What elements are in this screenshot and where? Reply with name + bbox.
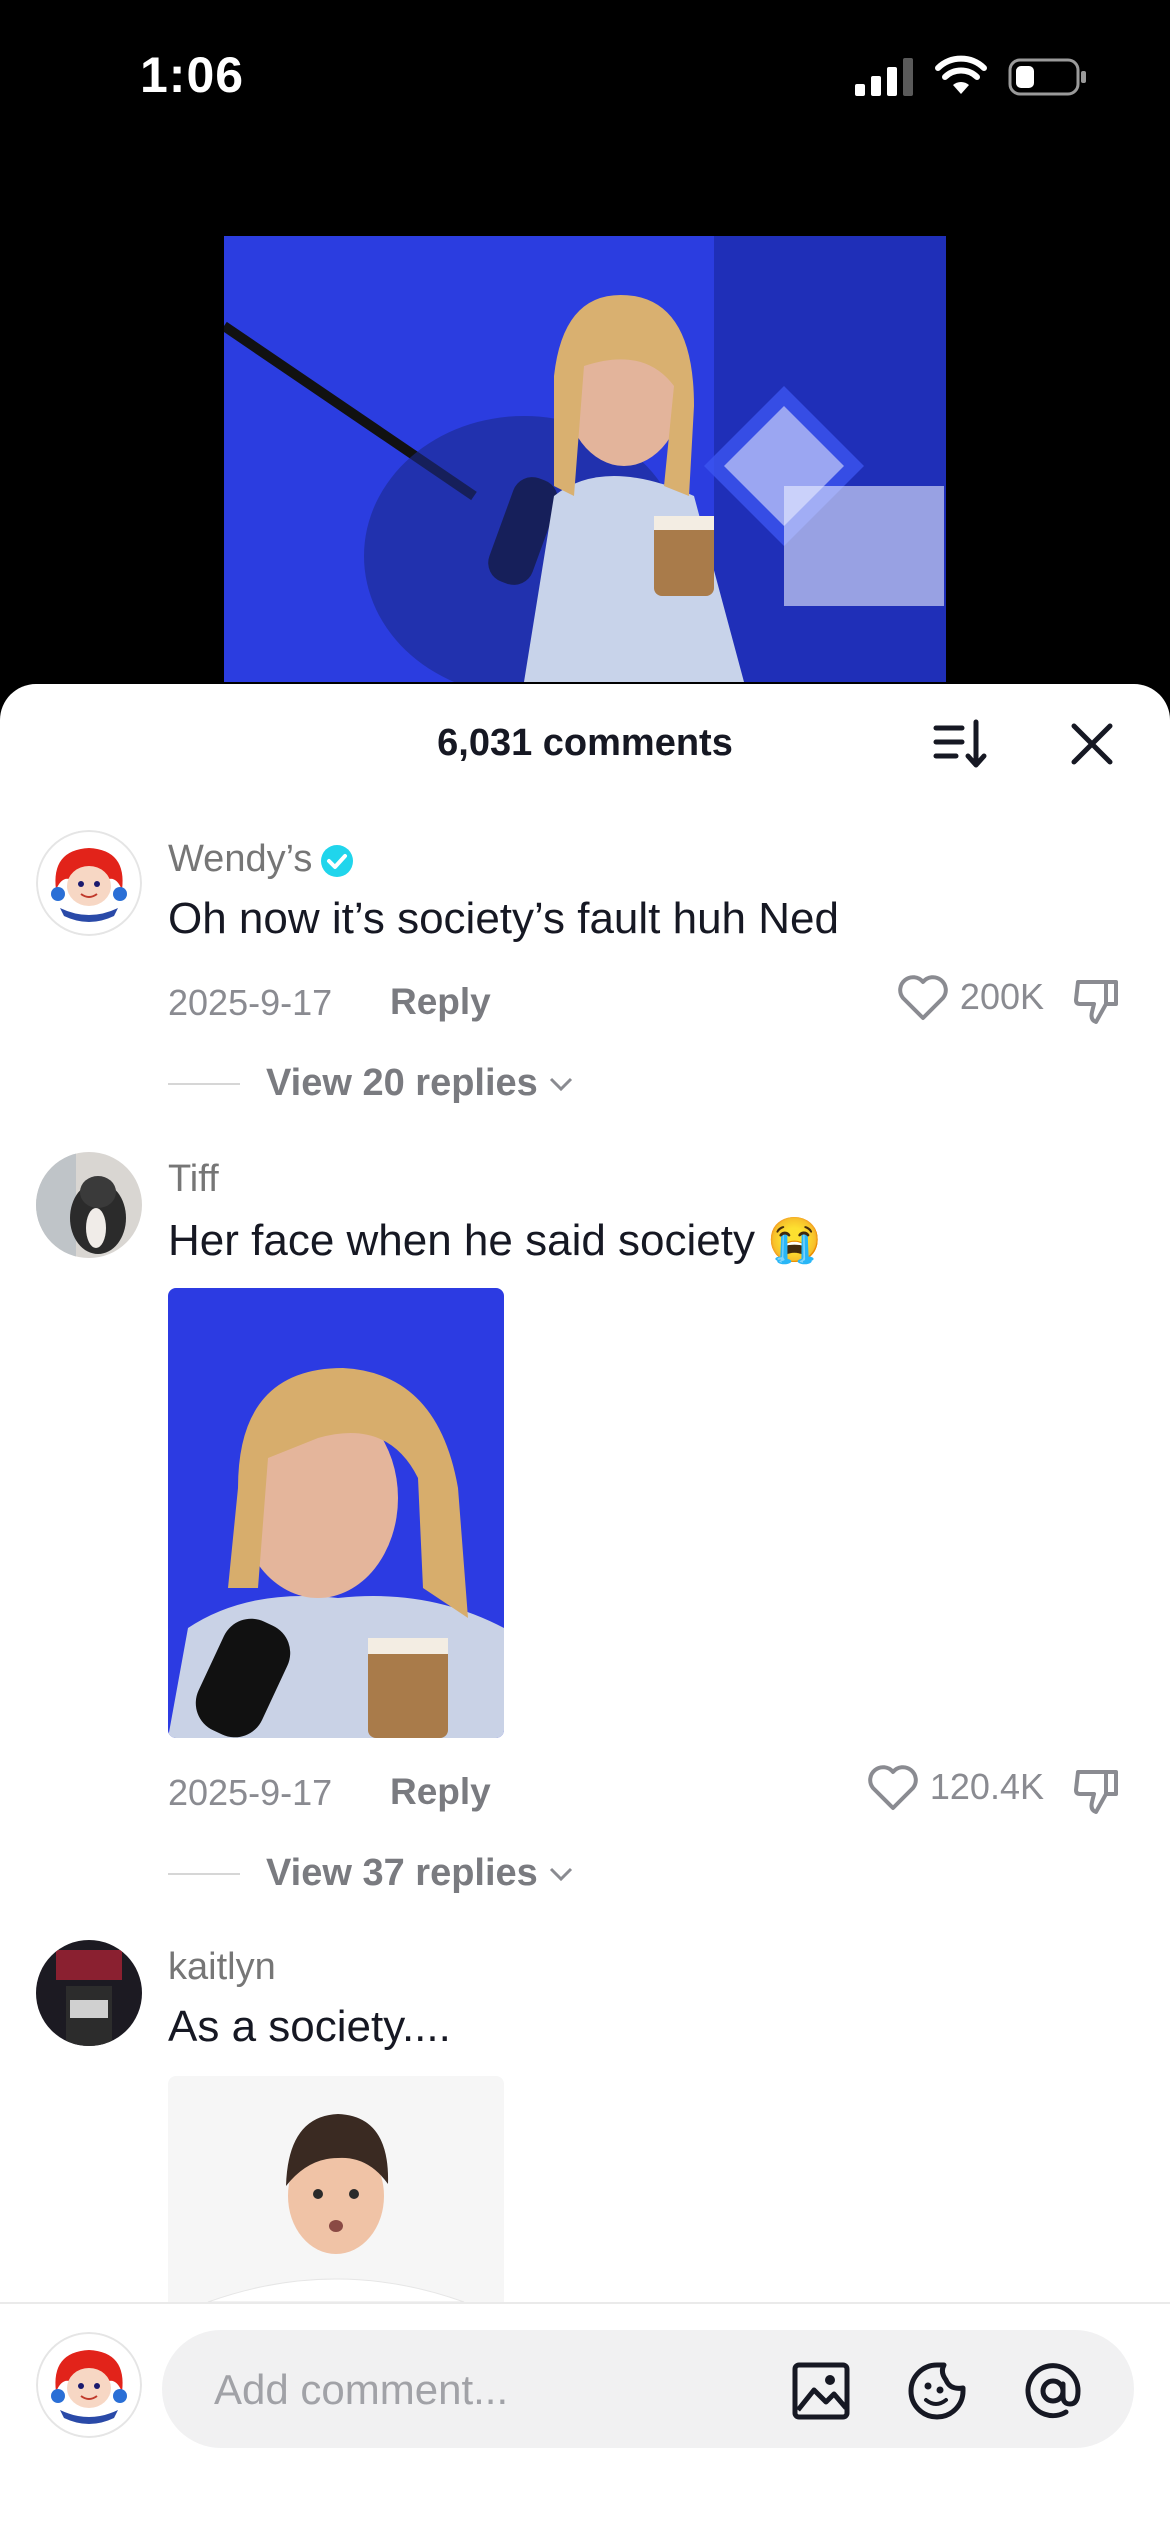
reply-button[interactable]: Reply xyxy=(390,1771,491,1813)
status-bar: 1:06 xyxy=(0,0,1170,150)
like-count: 200K xyxy=(959,976,1044,1017)
comment-username[interactable]: kaitlyn xyxy=(168,1946,276,1989)
reply-button[interactable]: Reply xyxy=(390,981,491,1023)
reaction-image xyxy=(168,1288,504,1738)
comment-username[interactable]: Tiff xyxy=(168,1158,219,1201)
like-count: 120.4K xyxy=(929,1766,1044,1807)
comment-input-box[interactable] xyxy=(162,2330,1134,2450)
comment-date: 2025-9-17 xyxy=(168,982,333,1023)
chevron-down-icon xyxy=(549,1867,572,1881)
comment-date: 2025-9-17 xyxy=(168,1772,333,1813)
mention-icon[interactable] xyxy=(1022,2360,1084,2422)
comment-composer xyxy=(0,2302,1170,2534)
dislike-icon[interactable] xyxy=(1070,1764,1122,1816)
verified-badge-icon xyxy=(321,844,354,877)
replies-divider xyxy=(168,1872,240,1875)
comment-username[interactable]: Wendy’s xyxy=(168,838,354,881)
view-replies-button[interactable]: View 37 replies xyxy=(168,1852,576,1895)
avatar[interactable] xyxy=(36,1152,142,1258)
sort-icon[interactable] xyxy=(932,716,988,772)
avatar[interactable] xyxy=(36,830,142,936)
comments-count-title: 6,031 comments xyxy=(437,722,733,764)
comment-text: As a society.... xyxy=(168,2002,451,2051)
view-replies-button[interactable]: View 20 replies xyxy=(168,1062,576,1105)
signal-icon xyxy=(855,58,913,96)
sticker-icon[interactable] xyxy=(906,2360,968,2422)
my-avatar[interactable] xyxy=(36,2332,142,2438)
image-icon[interactable] xyxy=(790,2360,852,2422)
reaction-image xyxy=(168,2076,504,2302)
comment-image[interactable] xyxy=(168,2076,504,2302)
wendys-logo-icon xyxy=(36,2332,142,2438)
comment-text: Her face when he said society 😭 xyxy=(168,1216,822,1265)
status-time: 1:06 xyxy=(140,47,245,103)
avatar[interactable] xyxy=(36,1940,142,2046)
wifi-icon xyxy=(935,55,987,94)
chevron-down-icon xyxy=(549,1077,572,1091)
comment-text: Oh now it’s society’s fault huh Ned xyxy=(168,894,839,943)
comments-sheet: 6,031 comments Wendy’s Oh now it’s socie… xyxy=(0,684,1170,2532)
comment-image[interactable] xyxy=(168,1288,504,1738)
video-preview[interactable] xyxy=(224,236,946,682)
like-button[interactable]: 200K xyxy=(896,972,1044,1022)
user-avatar-image xyxy=(36,1940,142,2046)
battery-icon xyxy=(1008,58,1086,96)
user-avatar-image xyxy=(36,1152,142,1258)
video-frame-image xyxy=(224,236,946,682)
dislike-icon[interactable] xyxy=(1070,974,1122,1026)
heart-icon xyxy=(898,975,948,1020)
comment-input[interactable] xyxy=(212,2330,776,2450)
heart-icon xyxy=(868,1765,918,1810)
close-icon[interactable] xyxy=(1066,718,1118,770)
wendys-logo-icon xyxy=(36,830,142,936)
like-button[interactable]: 120.4K xyxy=(866,1762,1044,1812)
replies-divider xyxy=(168,1082,240,1085)
